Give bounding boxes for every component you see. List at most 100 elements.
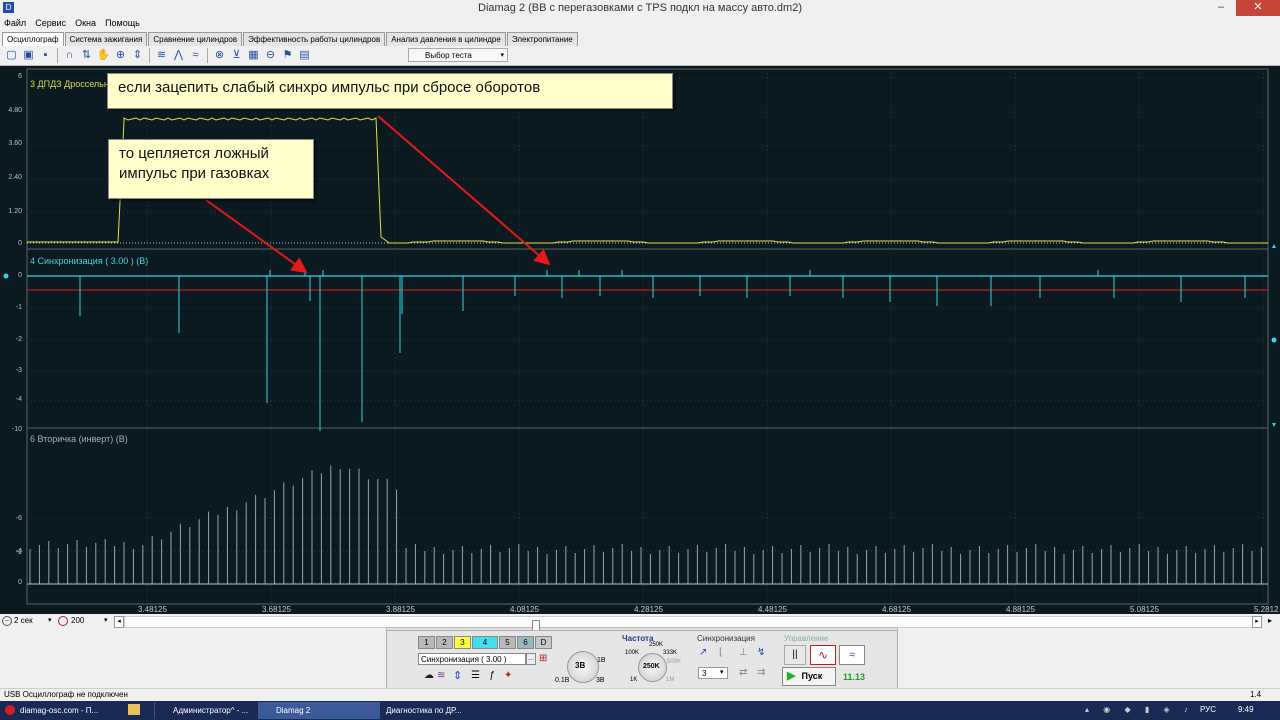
table-icon[interactable]: ▦ [246,48,261,63]
record-icon[interactable] [58,616,68,626]
pause-button[interactable]: || [784,645,806,665]
level-icon[interactable]: ⊥ [739,647,748,658]
tab-ignition[interactable]: Система зажигания [64,32,148,46]
channel-settings-icon[interactable]: ⊞ [539,653,550,665]
menu-help[interactable]: Помощь [101,16,142,31]
sync-label: Синхронизация [697,634,755,643]
scroll-right-button[interactable]: ▸ [1252,616,1262,628]
sync-right-marker [1271,337,1277,343]
test-select-dropdown[interactable]: Выбор теста ▾ [408,48,508,62]
auto-sync-icon[interactable]: ↯ [757,647,765,658]
invert-icon[interactable]: ⇕ [453,669,462,682]
toolbar-separator [207,48,208,63]
notes-icon[interactable]: ▤ [297,48,312,63]
scroll-end-button[interactable]: ▸ [1268,616,1272,625]
zoom-out-icon[interactable]: – [2,616,12,626]
sync-down-arrow [1272,423,1276,427]
panel-title-tps: 3 ДПДЗ Дроссельн [30,79,109,89]
start-button[interactable]: ▶ Пуск [782,667,836,686]
freq-mark: 250K [649,642,664,648]
function-icon[interactable]: ƒ [489,670,495,681]
taskbar-item-diamag[interactable]: Diamag 2 [258,702,380,719]
folder-icon[interactable] [128,704,140,715]
tab-oscilloscope[interactable]: Осциллограф [2,32,64,46]
y-tick: -2 [15,549,22,556]
save-icon[interactable]: ▪ [38,48,53,63]
tab-power-supply[interactable]: Электропитание [506,32,578,46]
channel-1-button[interactable]: 1 [418,636,435,649]
play-icon: ▶ [787,670,796,682]
time-span-select[interactable]: 2 сек [14,616,33,625]
multi-wave-button[interactable]: ≈ [839,645,865,665]
control-label: Управление [784,634,829,643]
x-tick: 4.68125 [882,605,911,614]
wave-icon[interactable]: ≋ [437,670,445,681]
channel-2-button[interactable]: 2 [436,636,453,649]
taskbar-item-browser[interactable]: diamag-osc.com - П... [2,702,138,719]
lines-icon[interactable]: ☰ [471,670,480,681]
clock[interactable]: 9:49 [1238,705,1254,714]
channel-3-button[interactable]: 3 [454,636,471,649]
sine-mode-button[interactable]: ∿ [810,645,836,665]
points-select[interactable]: 200 [71,616,84,625]
menu-service[interactable]: Сервис [31,16,68,31]
tab-cylinder-efficiency[interactable]: Эффективность работы цилиндров [243,32,386,46]
loop-icon[interactable]: ∩ [62,48,77,63]
tray-icons[interactable]: ▴ ◉ ◆ ▮ ◈ ♪ [1085,705,1194,714]
measure-icon[interactable]: ⊗ [212,48,227,63]
new-file-icon[interactable]: ▢ [4,48,19,63]
y-tick: 0 [18,579,22,586]
freq-mark: 1M [666,677,675,683]
title-bar: D Diamag 2 (ВВ с перегазовками с TPS под… [0,0,1280,16]
marker-icon[interactable]: ⚑ [280,48,295,63]
channels-icon[interactable]: ≋ [154,48,169,63]
zoom-icon[interactable]: ⊕ [113,48,128,63]
sync-icon[interactable]: ≈ [188,48,203,63]
tab-pressure-analysis[interactable]: Анализ давления в цилиндре [386,32,506,46]
falling-edge-icon[interactable]: ⌊ [719,647,723,658]
taskbar-item-doc[interactable]: Диагностика по ДР... [368,702,486,719]
volts-knob-value: 3В [575,661,586,670]
channel-6-button[interactable]: 6 [517,636,534,649]
channel-4-button[interactable]: 4 [472,636,498,649]
oscilloscope-view[interactable]: 3 ДПДЗ Дроссельн 4 Синхронизация ( 3.00 … [0,66,1280,614]
coupling-icon[interactable]: ☁ [424,670,434,681]
x-tick: 3.68125 [262,605,291,614]
menu-file[interactable]: Файл [0,16,28,31]
taskbar-item-admin[interactable]: Администратор^ - ... [154,702,273,719]
y-tick: 4.80 [8,107,22,114]
annotation-weak-sync: если зацепить слабый синхро импульс при … [107,73,673,109]
filter-icon[interactable]: ⊻ [229,48,244,63]
close-button[interactable]: ✕ [1236,0,1280,16]
x-tick: 3.88125 [386,605,415,614]
hand-icon[interactable]: ✋ [96,48,111,63]
trigger-icon[interactable]: ✦ [504,670,512,681]
x-tick: 4.28125 [634,605,663,614]
x-tick: 3.48125 [138,605,167,614]
channel-name-input[interactable]: Синхронизация ( 3.00 ) [418,653,526,665]
sync-next-icon[interactable]: ⇉ [757,667,765,678]
scroll-left-button[interactable]: ◂ [114,616,124,628]
y-tick: 2.40 [8,174,22,181]
menu-bar: Файл Сервис Окна Помощь [0,16,1280,31]
sync-prev-icon[interactable]: ⇄ [739,667,747,678]
x-tick: 5.2812 [1254,605,1279,614]
scale-icon[interactable]: ⋀ [171,48,186,63]
channel-input-browse-button[interactable]: ... [526,653,536,665]
channel-d-button[interactable]: D [535,636,552,649]
arrow-false-pulse [205,199,308,274]
channel-5-button[interactable]: 5 [499,636,516,649]
tab-cylinder-compare[interactable]: Сравнение цилиндров [148,32,243,46]
align-icon[interactable]: ⇕ [130,48,145,63]
cursor-icon[interactable]: ⇅ [79,48,94,63]
open-folder-icon[interactable]: ▣ [21,48,36,63]
freq-mark: 100K [625,650,640,656]
annotation-false-pulse: то цепляется ложный импульс при газовках [108,139,314,199]
x-tick: 4.48125 [758,605,787,614]
freq-mark: 333K [663,650,678,656]
menu-windows[interactable]: Окна [71,16,98,31]
channel-buttons: 1 2 3 4 5 6 D [418,636,553,649]
language-indicator[interactable]: РУС [1200,705,1216,714]
compare-icon[interactable]: ⊖ [263,48,278,63]
rising-edge-icon[interactable]: ↗ [699,647,707,658]
